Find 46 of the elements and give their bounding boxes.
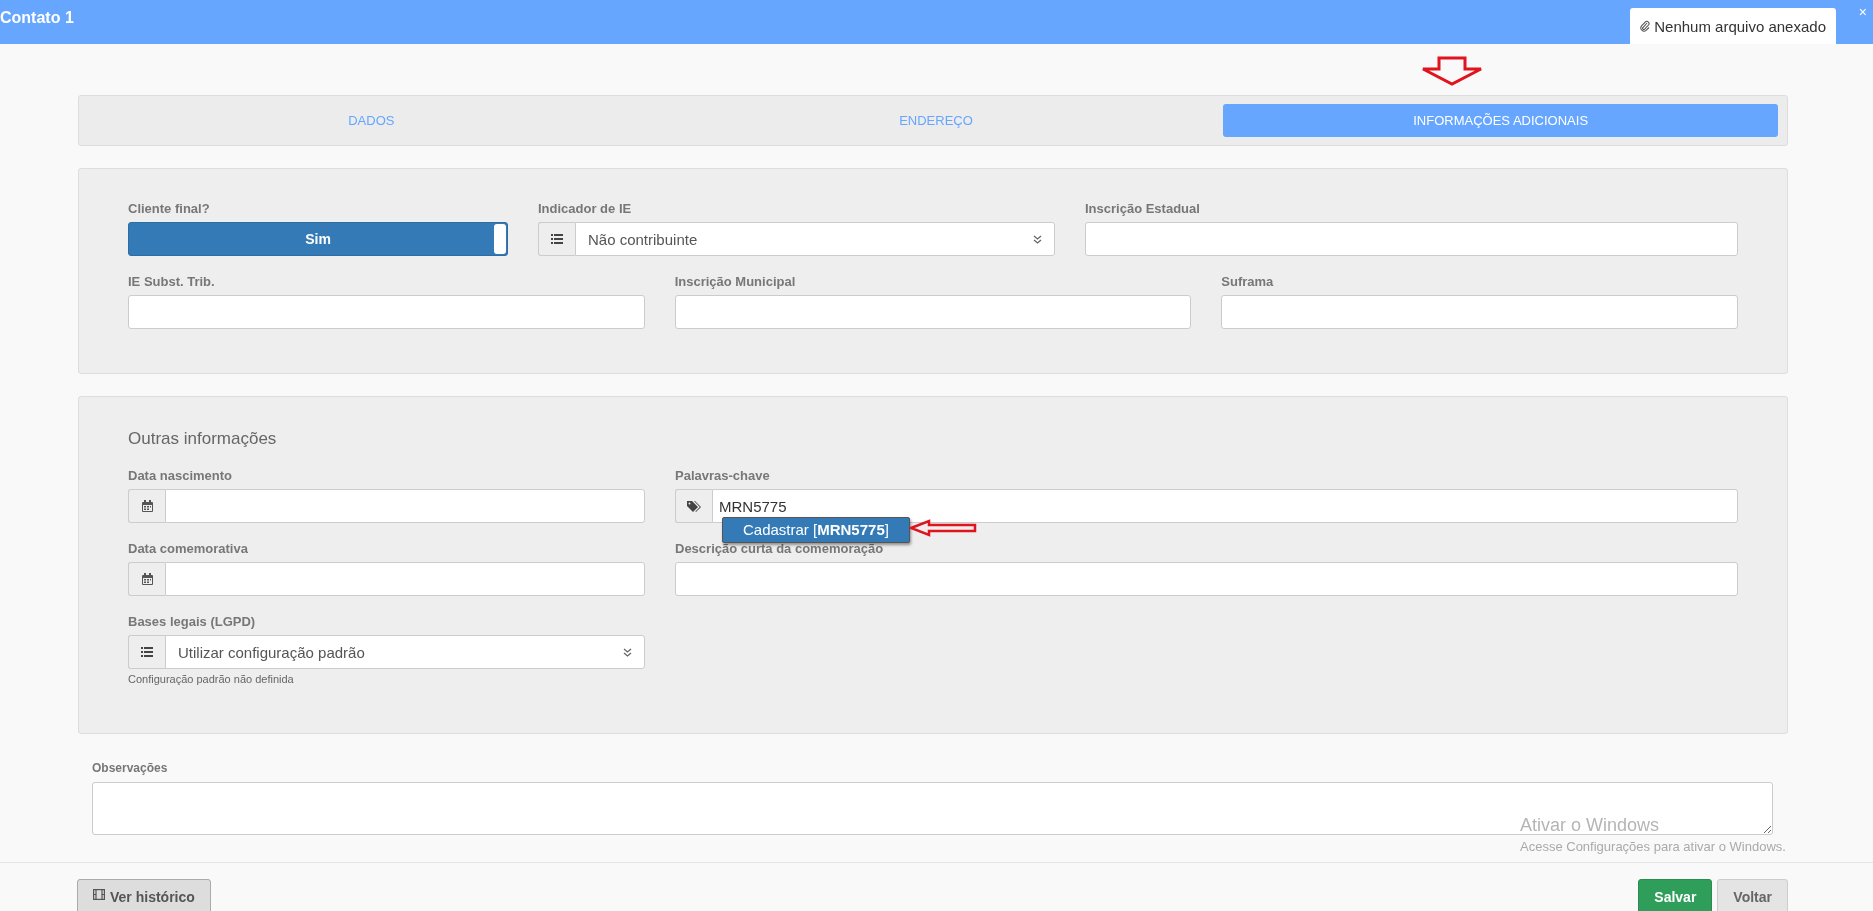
suggestion-menu[interactable]: Cadastrar [MRN5775] (722, 517, 910, 543)
field-label: Bases legais (LGPD) (128, 614, 256, 631)
input-field[interactable] (165, 489, 645, 523)
section-heading: Outras informações (128, 429, 278, 449)
field-label: Indicador de IE (538, 201, 632, 218)
calendar-icon (141, 500, 153, 512)
input-field[interactable] (165, 562, 645, 596)
select-field[interactable]: Não contribuinte (575, 222, 1055, 256)
list-icon (141, 646, 153, 658)
notes-field[interactable] (92, 782, 1773, 835)
input-field[interactable] (1085, 222, 1738, 256)
field-label: Observações (92, 761, 168, 777)
field-label: Cliente final? (128, 201, 210, 218)
film-icon (93, 889, 105, 900)
chevron-icon (1033, 234, 1042, 244)
tab[interactable]: INFORMAÇÕES ADICIONAIS (1223, 104, 1778, 137)
field-label: Descrição curta da comemoração (675, 541, 884, 558)
field-label: Data comemorativa (128, 541, 248, 558)
field-label: Inscrição Municipal (674, 274, 796, 291)
calendar-icon (141, 573, 153, 585)
field-label: Data nascimento (128, 468, 233, 485)
list-icon (551, 233, 563, 245)
activation-text: Acesse Configurações para ativar o Windows. (1520, 839, 1786, 854)
field-label: IE Subst. Trib. (128, 274, 215, 291)
input-field[interactable] (128, 295, 645, 329)
field-label: Palavras-chave (675, 468, 770, 485)
history-button[interactable]: Ver histórico (77, 879, 211, 911)
field-label: Suframa (1221, 274, 1274, 291)
attachment-tab[interactable]: Nenhum arquivo anexado (1630, 8, 1836, 44)
input-field[interactable] (674, 295, 1192, 329)
activation-title: Ativar o Windows (1520, 815, 1661, 836)
tags-icon (687, 500, 701, 512)
back-button[interactable]: Voltar (1717, 879, 1788, 911)
field-label: Inscrição Estadual (1085, 201, 1200, 218)
help-text: Configuração padrão não definida (128, 673, 294, 685)
chevron-icon (623, 647, 632, 657)
close-button[interactable]: × (1858, 4, 1867, 20)
paperclip-icon (1640, 20, 1651, 32)
left-arrow-icon (909, 519, 977, 537)
window-title: Contato 1 (0, 9, 74, 27)
input-field[interactable] (675, 562, 1738, 596)
toggle-switch[interactable]: Sim (128, 222, 508, 256)
input-field[interactable]: MRN5775 (712, 489, 1738, 523)
select-field[interactable]: Utilizar configuração padrão (165, 635, 645, 669)
input-field[interactable] (1221, 295, 1738, 329)
save-button[interactable]: Salvar (1638, 879, 1713, 911)
